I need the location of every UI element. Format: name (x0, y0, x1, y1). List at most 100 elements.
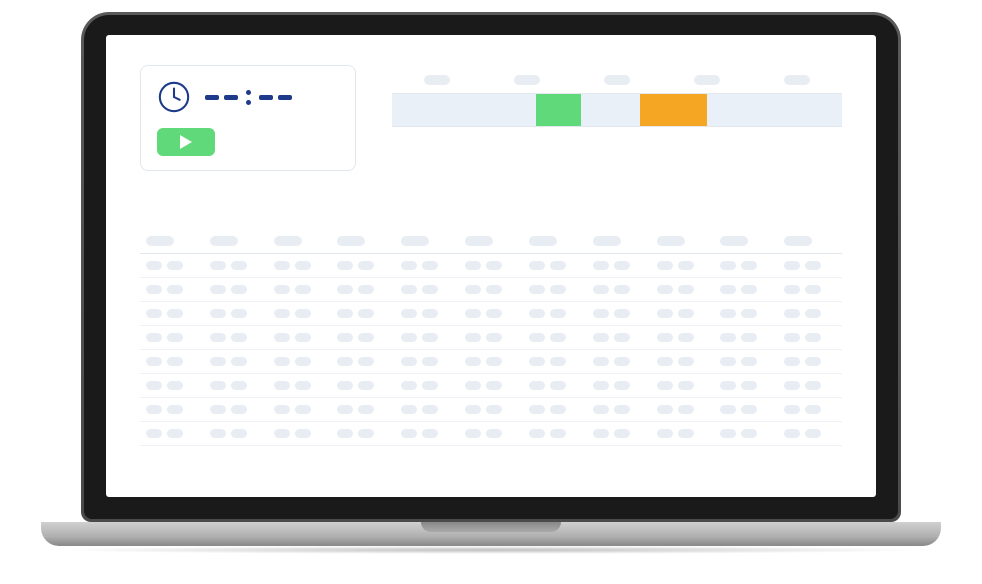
table-cell (268, 422, 332, 445)
table-cell (459, 326, 523, 349)
placeholder-pill (295, 381, 311, 390)
placeholder-pill (486, 357, 502, 366)
placeholder-pill (422, 405, 438, 414)
table-cell (459, 254, 523, 277)
placeholder-pill (486, 309, 502, 318)
placeholder-pill (465, 405, 481, 414)
placeholder-pill (465, 357, 481, 366)
placeholder-pill (784, 236, 812, 246)
placeholder-pill (231, 381, 247, 390)
placeholder-pill (486, 405, 502, 414)
placeholder-pill (657, 236, 685, 246)
placeholder-pill (720, 405, 736, 414)
table-cell (523, 398, 587, 421)
placeholder-pill (295, 333, 311, 342)
placeholder-pill (741, 429, 757, 438)
placeholder-pill (337, 333, 353, 342)
placeholder-pill (146, 429, 162, 438)
placeholder-pill (401, 285, 417, 294)
table-cell (204, 326, 268, 349)
table-cell (651, 278, 715, 301)
placeholder-pill (465, 261, 481, 270)
table-cell (651, 254, 715, 277)
table-cell (331, 254, 395, 277)
play-icon (180, 135, 192, 149)
table-cell (268, 326, 332, 349)
placeholder-pill (465, 236, 493, 246)
placeholder-pill (678, 261, 694, 270)
placeholder-pill (274, 309, 290, 318)
timeline-block-orange[interactable] (640, 94, 708, 126)
timeline-column-header (482, 75, 572, 85)
placeholder-pill (614, 405, 630, 414)
table-cell (523, 350, 587, 373)
table-cell (140, 302, 204, 325)
table-cell (523, 278, 587, 301)
timeline-column-header (752, 75, 842, 85)
placeholder-pill (550, 333, 566, 342)
placeholder-pill (593, 309, 609, 318)
table-cell (778, 350, 842, 373)
table-cell (523, 326, 587, 349)
placeholder-pill (231, 357, 247, 366)
table-cell (714, 422, 778, 445)
placeholder-pill (146, 333, 162, 342)
placeholder-pill (805, 261, 821, 270)
table-cell (204, 278, 268, 301)
table-row (140, 302, 842, 326)
placeholder-pill (805, 333, 821, 342)
placeholder-pill (210, 357, 226, 366)
placeholder-pill (593, 357, 609, 366)
table-cell (331, 326, 395, 349)
placeholder-pill (295, 405, 311, 414)
placeholder-pill (465, 309, 481, 318)
placeholder-pill (231, 309, 247, 318)
placeholder-pill (657, 381, 673, 390)
placeholder-pill (593, 236, 621, 246)
placeholder-pill (358, 333, 374, 342)
app-screen (106, 35, 876, 497)
table-cell (651, 398, 715, 421)
placeholder-pill (146, 236, 174, 246)
laptop-base (41, 522, 941, 546)
placeholder-pill (401, 236, 429, 246)
placeholder-pill (465, 285, 481, 294)
placeholder-pill (337, 309, 353, 318)
placeholder-pill (167, 261, 183, 270)
placeholder-pill (465, 333, 481, 342)
table-row (140, 374, 842, 398)
placeholder-pill (784, 285, 800, 294)
placeholder-pill (274, 285, 290, 294)
placeholder-pill (678, 381, 694, 390)
placeholder-pill (274, 236, 302, 246)
placeholder-pill (231, 333, 247, 342)
table-cell (331, 422, 395, 445)
table-cell (459, 278, 523, 301)
table-cell (395, 422, 459, 445)
placeholder-pill (784, 405, 800, 414)
table-cell (459, 350, 523, 373)
table-cell (459, 398, 523, 421)
table-header-cell (714, 229, 778, 253)
placeholder-pill (231, 261, 247, 270)
table-header-cell (268, 229, 332, 253)
table-row (140, 350, 842, 374)
table-cell (778, 326, 842, 349)
placeholder-pill (210, 333, 226, 342)
placeholder-pill (657, 405, 673, 414)
placeholder-pill (593, 261, 609, 270)
table-cell (204, 374, 268, 397)
placeholder-pill (720, 285, 736, 294)
placeholder-pill (593, 333, 609, 342)
play-button[interactable] (157, 128, 215, 156)
table-cell (523, 374, 587, 397)
table-cell (204, 254, 268, 277)
placeholder-pill (486, 429, 502, 438)
table-cell (523, 422, 587, 445)
placeholder-pill (678, 405, 694, 414)
placeholder-pill (529, 236, 557, 246)
table-header-cell (651, 229, 715, 253)
table-cell (714, 302, 778, 325)
table-cell (140, 254, 204, 277)
timeline-block-green[interactable] (536, 94, 581, 126)
